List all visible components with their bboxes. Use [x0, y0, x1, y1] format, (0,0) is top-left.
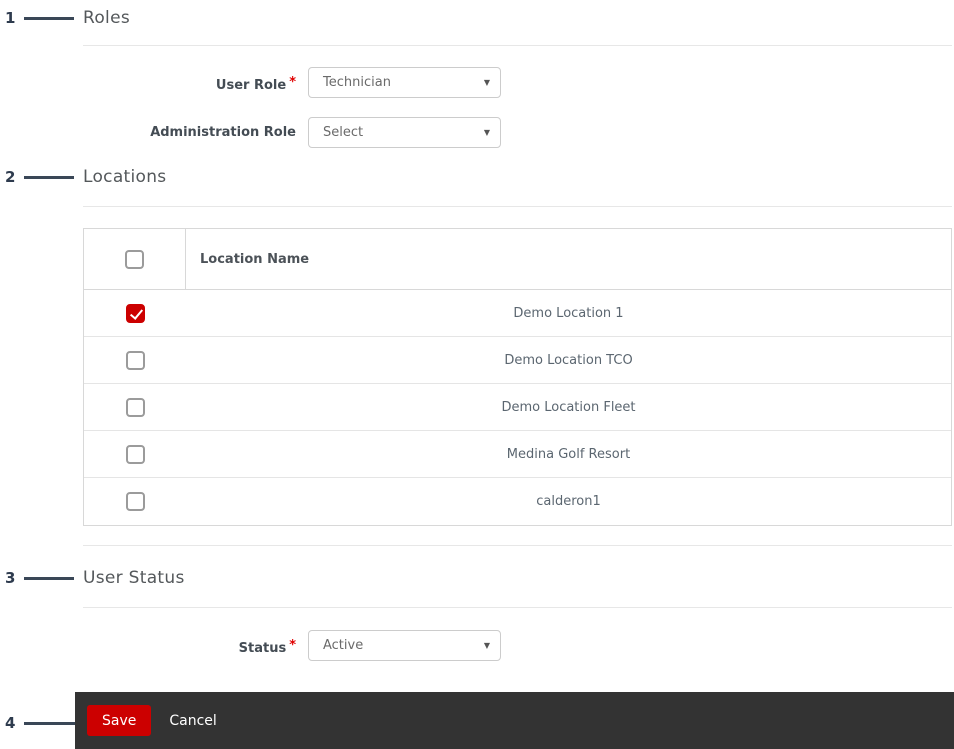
- location-name: Medina Golf Resort: [506, 446, 631, 462]
- administration-role-select-value: Select: [323, 125, 364, 140]
- callout-2-leader-line: [24, 175, 75, 179]
- callout-1-number: 1: [5, 9, 16, 27]
- callout-2: 2: [5, 167, 75, 187]
- chevron-down-icon: [484, 129, 500, 137]
- callout-4-number: 4: [5, 714, 16, 732]
- chevron-down-icon: [484, 642, 500, 650]
- table-row: Demo Location Fleet: [84, 384, 951, 431]
- required-asterisk: *: [289, 638, 296, 653]
- row-checkbox[interactable]: [125, 303, 145, 323]
- user-status-divider: [83, 607, 952, 608]
- required-asterisk: *: [289, 75, 296, 90]
- row-checkbox[interactable]: [125, 444, 145, 464]
- administration-role-label-text: Administration Role: [150, 125, 296, 140]
- location-name: Demo Location Fleet: [501, 399, 636, 415]
- checkbox-cell: [84, 431, 186, 477]
- checkbox-cell: [84, 478, 186, 525]
- locations-table: Location Name Demo Location 1 Demo Locat…: [83, 228, 952, 526]
- save-button[interactable]: Save: [87, 705, 152, 736]
- user-status-section-title: User Status: [83, 568, 185, 588]
- roles-section-title: Roles: [83, 8, 130, 28]
- locations-divider: [83, 206, 952, 207]
- checkbox-cell: [84, 337, 186, 383]
- header-checkbox-cell: [84, 229, 186, 289]
- locations-section-title: Locations: [83, 167, 167, 187]
- user-role-label-text: User Role: [215, 78, 287, 93]
- user-role-row: User Role * Technician: [0, 67, 954, 98]
- location-name: calderon1: [536, 494, 601, 509]
- roles-divider: [83, 45, 952, 46]
- pre-user-status-divider: [83, 545, 952, 546]
- table-row: Demo Location TCO: [84, 337, 951, 384]
- administration-role-row: Administration Role Select: [0, 117, 954, 148]
- status-label: Status *: [0, 630, 296, 664]
- status-label-text: Status: [238, 641, 287, 656]
- status-select[interactable]: Active: [308, 630, 501, 661]
- callout-2-number: 2: [5, 168, 16, 186]
- callout-4: 4: [5, 713, 81, 733]
- table-row: Medina Golf Resort: [84, 431, 951, 478]
- callout-4-leader-line: [24, 721, 81, 725]
- location-name: Demo Location 1: [513, 305, 624, 321]
- status-select-value: Active: [323, 638, 364, 653]
- checkbox-cell: [84, 384, 186, 430]
- status-row: Status * Active: [0, 630, 954, 661]
- user-role-select[interactable]: Technician: [308, 67, 501, 98]
- table-row: Demo Location 1: [84, 290, 951, 337]
- footer-action-bar: Save Cancel: [75, 692, 954, 749]
- user-role-label: User Role *: [0, 67, 296, 101]
- callout-3: 3: [5, 568, 75, 588]
- cancel-button[interactable]: Cancel: [169, 713, 216, 729]
- table-row: calderon1: [84, 478, 951, 525]
- administration-role-label: Administration Role: [0, 117, 296, 148]
- row-checkbox[interactable]: [125, 397, 145, 417]
- callout-1: 1: [5, 8, 75, 28]
- callout-1-leader-line: [24, 16, 75, 20]
- user-role-select-value: Technician: [323, 75, 391, 90]
- administration-role-select[interactable]: Select: [308, 117, 501, 148]
- location-name: Demo Location TCO: [504, 352, 633, 368]
- callout-3-number: 3: [5, 569, 16, 587]
- location-name-header: Location Name: [200, 251, 310, 267]
- page: 1 2 3 4 Roles User Role* Technician Admi…: [0, 0, 954, 749]
- locations-table-header: Location Name: [84, 229, 951, 290]
- select-all-checkbox[interactable]: [125, 249, 144, 269]
- chevron-down-icon: [484, 79, 500, 87]
- row-checkbox[interactable]: [125, 492, 145, 511]
- callout-3-leader-line: [24, 576, 75, 580]
- row-checkbox[interactable]: [125, 350, 145, 370]
- checkbox-cell: [84, 290, 186, 336]
